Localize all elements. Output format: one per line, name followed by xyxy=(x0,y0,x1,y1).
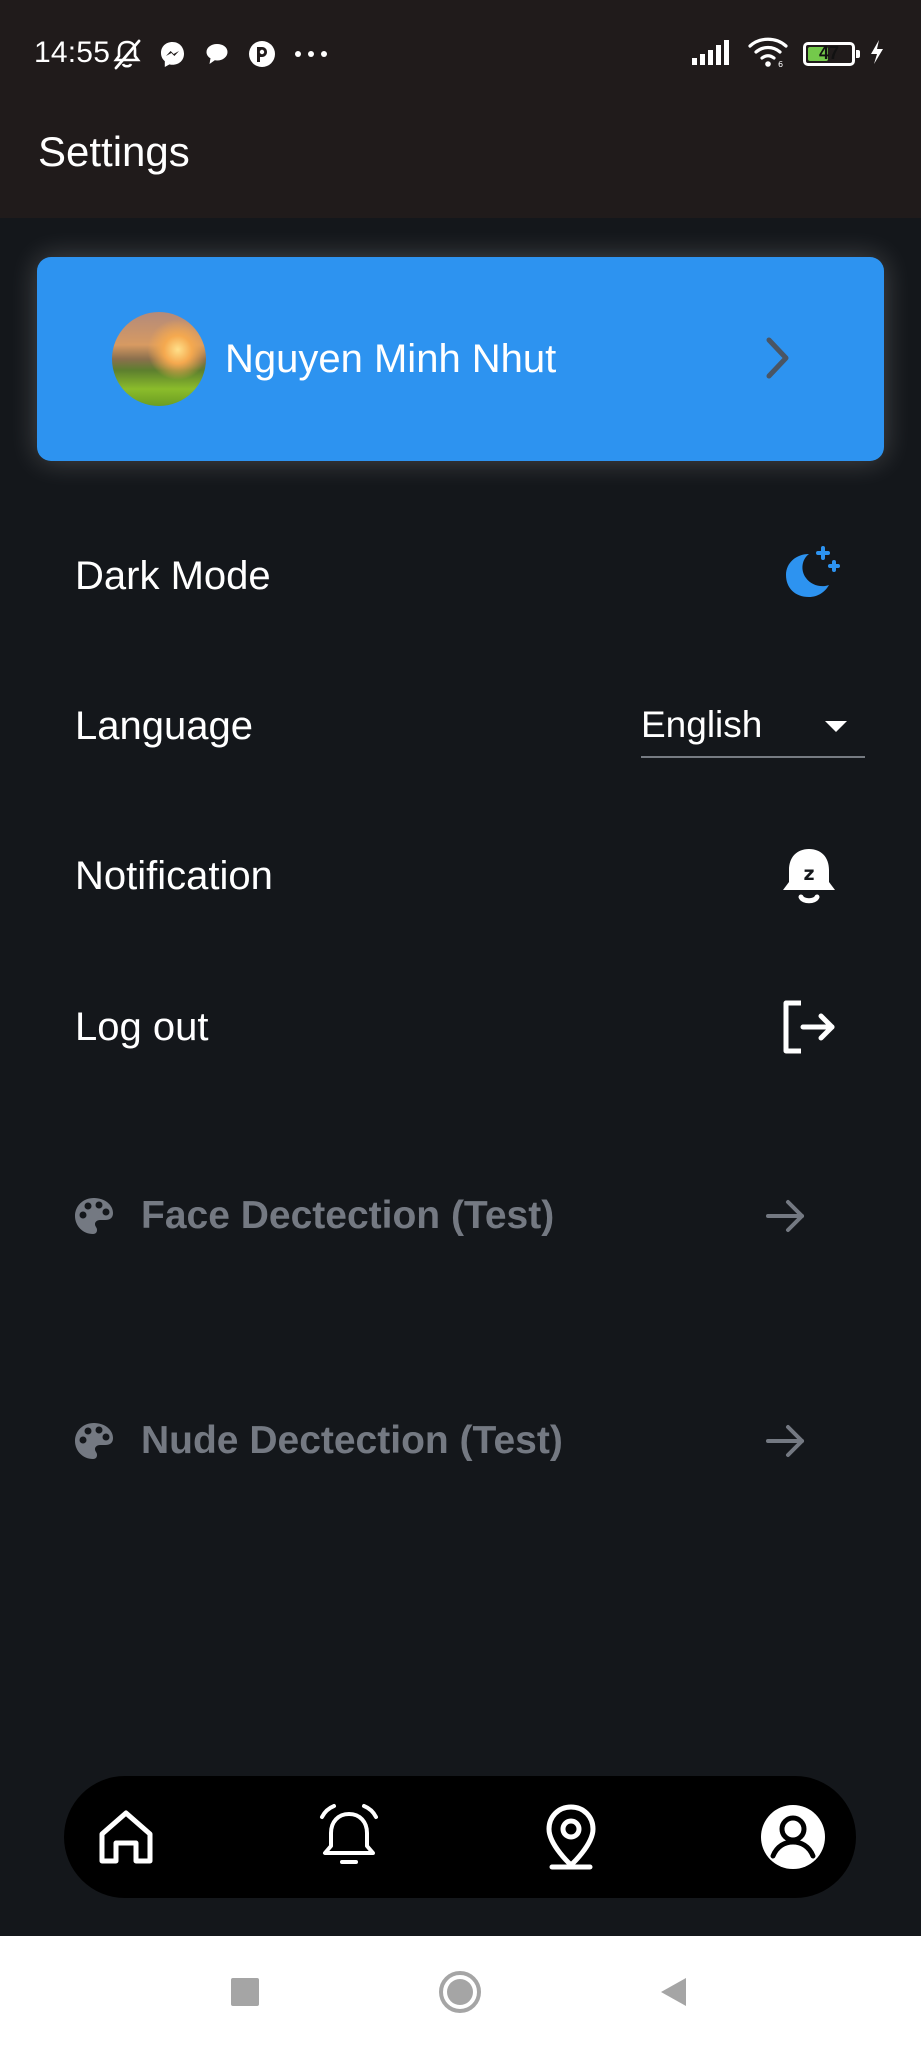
language-row: Language English xyxy=(0,676,921,776)
more-dots-icon xyxy=(292,44,330,64)
signal-icon xyxy=(691,38,733,71)
face-detection-row[interactable]: Face Dectection (Test) xyxy=(0,1171,921,1261)
notification-app-icon xyxy=(246,38,278,70)
nav-profile[interactable] xyxy=(750,1794,836,1880)
logout-label: Log out xyxy=(75,1005,209,1049)
messenger-icon xyxy=(157,39,188,70)
status-left-icons xyxy=(112,36,330,72)
top-bar: 14:55 6 47 Settings xyxy=(0,0,921,218)
system-navigation-bar xyxy=(0,1936,921,2048)
notification-row[interactable]: Notification z xyxy=(0,826,921,926)
svg-text:z: z xyxy=(803,863,814,885)
language-select[interactable]: English xyxy=(641,696,865,758)
bottom-navigation xyxy=(64,1776,856,1898)
battery-percent: 47 xyxy=(818,43,840,63)
nude-detection-row[interactable]: Nude Dectection (Test) xyxy=(0,1396,921,1486)
dropdown-arrow-icon xyxy=(823,718,849,739)
status-bar: 14:55 6 47 xyxy=(0,0,921,110)
wifi-icon: 6 xyxy=(747,36,789,73)
arrow-right-icon[interactable] xyxy=(764,1196,808,1241)
chevron-right-icon xyxy=(761,333,795,388)
language-value: English xyxy=(641,704,763,745)
status-time: 14:55 xyxy=(34,36,111,69)
moon-icon[interactable] xyxy=(778,542,842,611)
svg-text:6: 6 xyxy=(778,60,783,68)
profile-card[interactable]: Nguyen Minh Nhut xyxy=(37,257,884,461)
nude-detection-label: Nude Dectection (Test) xyxy=(141,1419,563,1462)
recents-button[interactable] xyxy=(217,1964,273,2020)
face-detection-label: Face Dectection (Test) xyxy=(141,1194,555,1237)
avatar xyxy=(112,312,206,406)
settings-screen: 14:55 6 47 Settings Nguyen Minh Nhut Dar… xyxy=(0,0,921,2048)
language-label: Language xyxy=(75,704,253,748)
page-title: Settings xyxy=(38,128,190,175)
dark-mode-label: Dark Mode xyxy=(75,554,271,598)
status-right-icons: 6 47 xyxy=(691,36,885,72)
bell-snooze-icon[interactable]: z xyxy=(776,843,842,914)
home-button[interactable] xyxy=(432,1964,488,2020)
back-button[interactable] xyxy=(646,1964,702,2020)
nav-location[interactable] xyxy=(528,1794,614,1880)
logout-row[interactable]: Log out xyxy=(0,977,921,1077)
palette-icon xyxy=(72,1195,116,1244)
palette-icon xyxy=(72,1420,116,1469)
battery-icon: 47 xyxy=(803,42,860,66)
dark-mode-row[interactable]: Dark Mode xyxy=(0,526,921,626)
chat-bubble-icon xyxy=(202,39,232,69)
nav-alerts[interactable] xyxy=(306,1794,392,1880)
charging-icon xyxy=(869,38,885,71)
logout-icon[interactable] xyxy=(776,995,840,1064)
arrow-right-icon[interactable] xyxy=(764,1421,808,1466)
nav-home[interactable] xyxy=(83,1794,169,1880)
profile-name: Nguyen Minh Nhut xyxy=(225,337,557,381)
notification-label: Notification xyxy=(75,854,273,898)
mute-icon xyxy=(112,37,143,71)
